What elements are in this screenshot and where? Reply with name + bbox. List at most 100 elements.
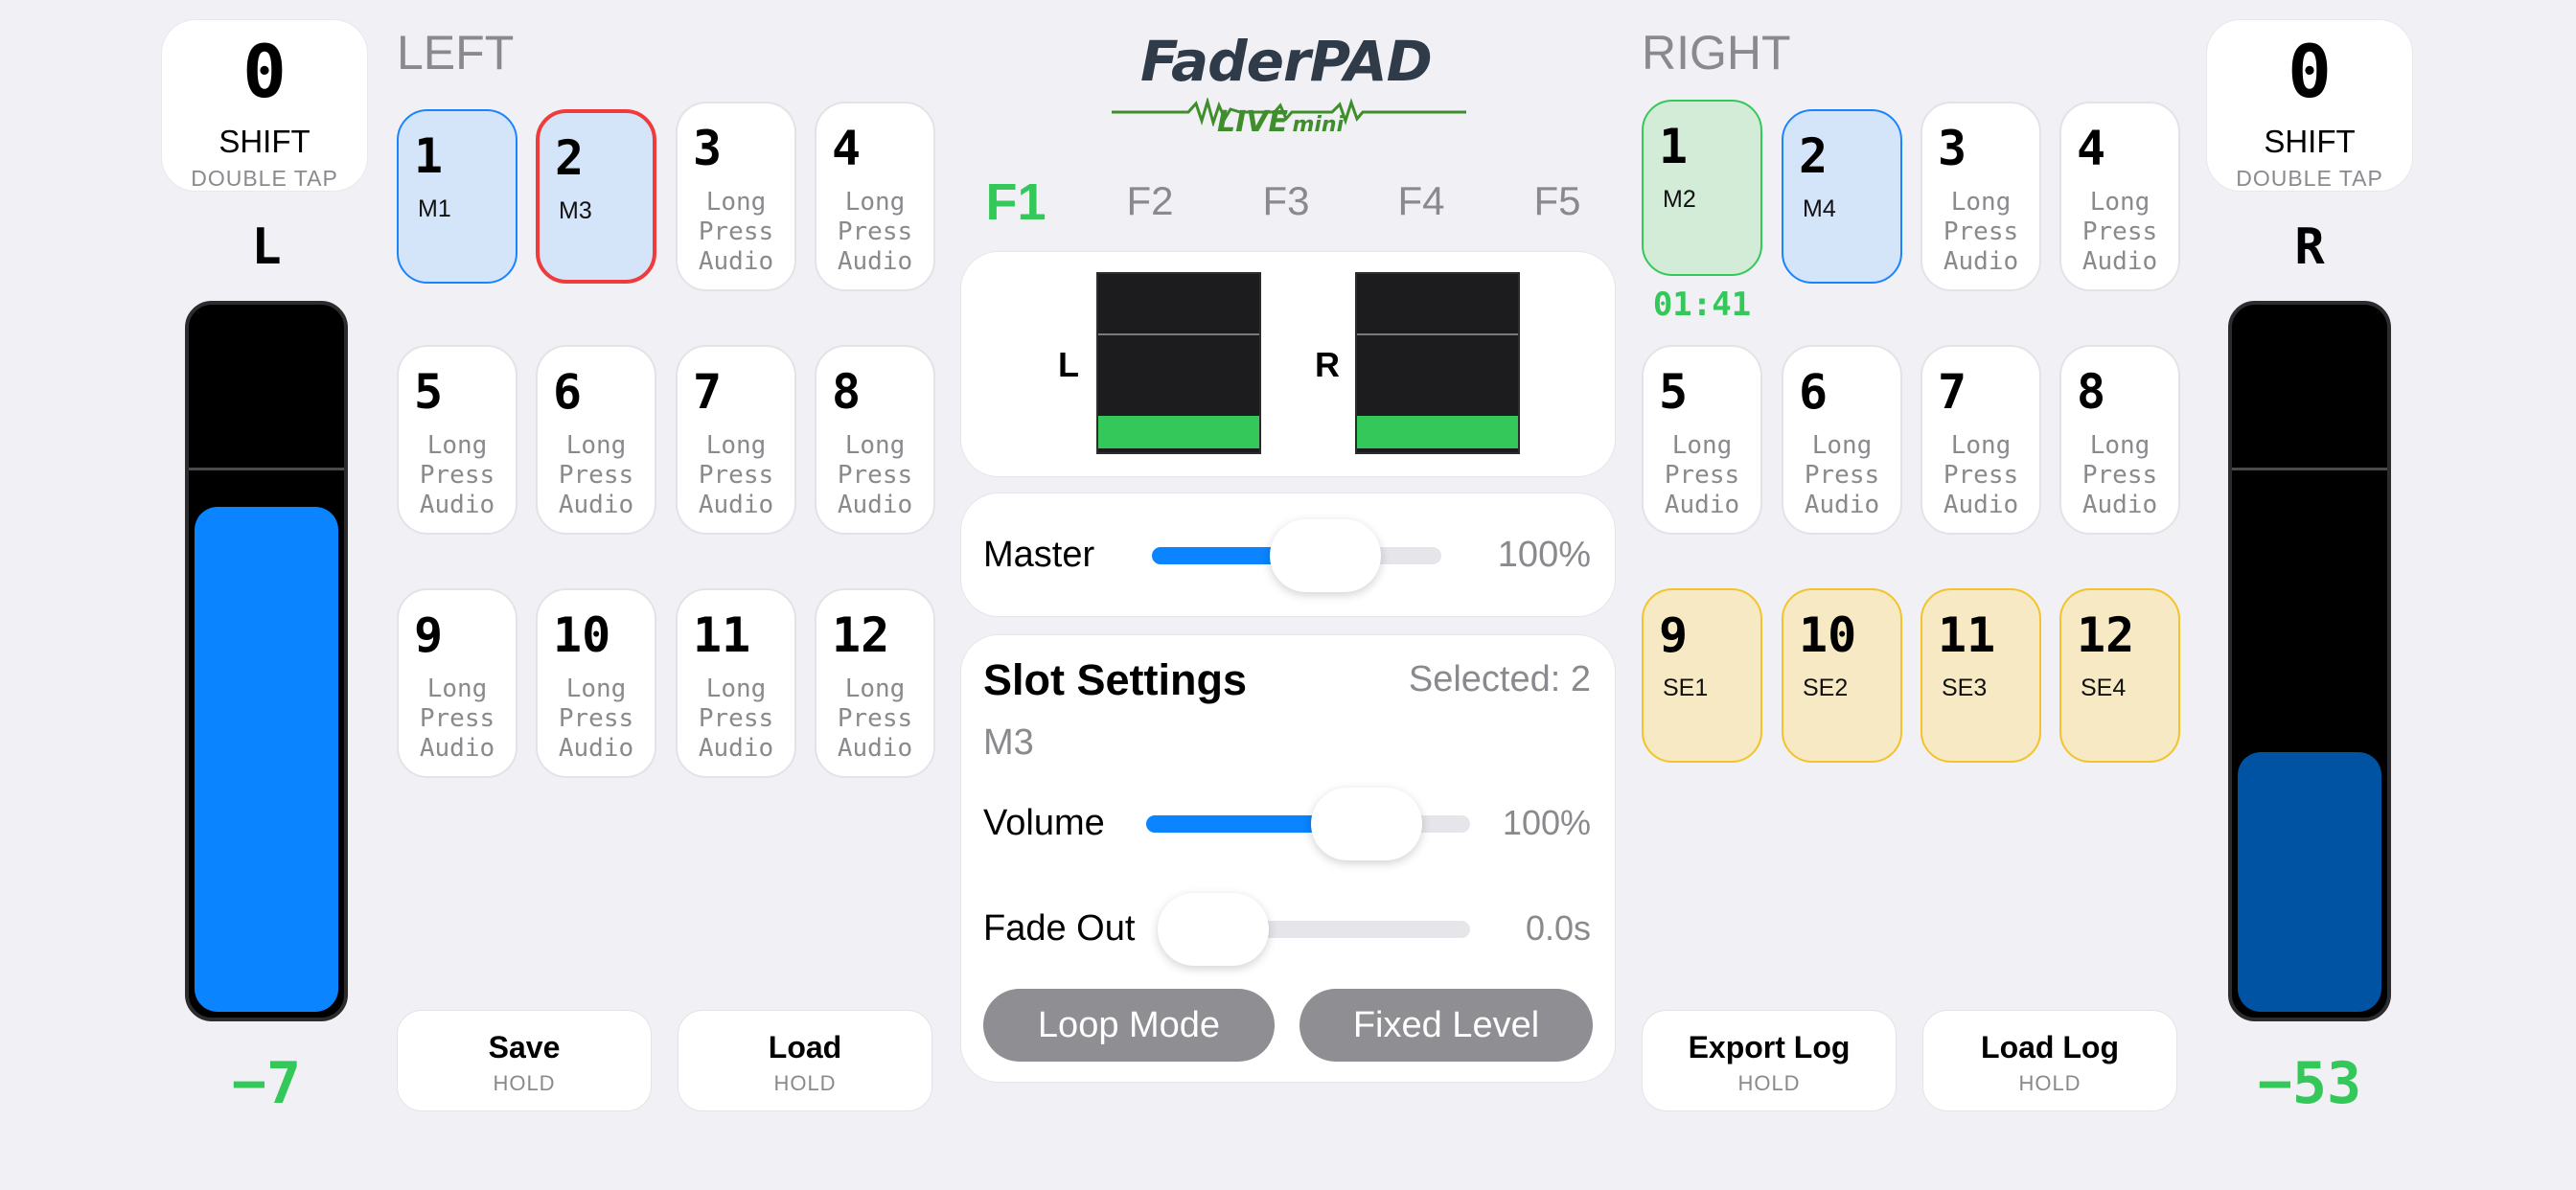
right-shift-label: SHIFT [2264, 124, 2356, 159]
right-pad-3[interactable]: 3 Long Press Audio [1920, 102, 2041, 291]
pad-hint: Long Press Audio [558, 675, 634, 763]
right-pad-6[interactable]: 6 Long Press Audio [1782, 345, 1902, 535]
pad-hint: Long Press Audio [837, 675, 913, 763]
right-pad-12[interactable]: 12 SE4 [2059, 588, 2180, 763]
left-pad-9[interactable]: 9 Long Press Audio [397, 588, 518, 778]
loop-mode-button[interactable]: Loop Mode [983, 989, 1275, 1062]
pad-number: 7 [693, 364, 723, 420]
left-pad-2[interactable]: 2 M3 [536, 109, 656, 284]
right-shift-button[interactable]: 0 SHIFT DOUBLE TAP [2206, 19, 2413, 192]
master-value: 100% [1497, 535, 1591, 575]
left-fader-fill [195, 507, 338, 1012]
pad-hint: Long Press Audio [1943, 188, 2019, 276]
left-shift-button[interactable]: 0 SHIFT DOUBLE TAP [161, 19, 368, 192]
volume-slider-knob[interactable] [1310, 788, 1422, 860]
right-pad-5[interactable]: 5 Long Press Audio [1642, 345, 1762, 535]
export-log-button[interactable]: Export Log HOLD [1642, 1010, 1897, 1111]
load-button-hint: HOLD [773, 1071, 837, 1095]
left-pad-3[interactable]: 3 Long Press Audio [676, 102, 796, 291]
pad-number: 9 [1659, 607, 1689, 663]
left-shift-label: SHIFT [218, 124, 310, 159]
master-label: Master [983, 535, 1095, 575]
pad-number: 9 [414, 607, 444, 663]
fade-out-value: 0.0s [1525, 908, 1591, 948]
logo-word-fader: FaderPAD [1140, 29, 1433, 94]
slot-selected: Selected: 2 [1408, 659, 1591, 699]
pad-number: 10 [553, 607, 611, 663]
slot-settings-title: Slot Settings [983, 655, 1248, 704]
pad-number: 11 [693, 607, 751, 663]
pad-number: 1 [1659, 119, 1689, 174]
pad-hint: Long Press Audio [419, 431, 495, 519]
right-fader-mark [2232, 468, 2387, 470]
left-pad-7[interactable]: 7 Long Press Audio [676, 345, 796, 535]
volume-label: Volume [983, 803, 1105, 843]
fade-out-slider-knob[interactable] [1158, 893, 1269, 966]
left-channel-label: L [251, 218, 282, 276]
pad-number: 4 [832, 121, 862, 176]
right-pad-4[interactable]: 4 Long Press Audio [2059, 102, 2180, 291]
tab-f1[interactable]: F1 [968, 172, 1064, 232]
pad-label: M3 [559, 197, 592, 224]
right-fader-fill [2238, 752, 2381, 1012]
left-pad-11[interactable]: 11 Long Press Audio [676, 588, 796, 778]
right-pad-9[interactable]: 9 SE1 [1642, 588, 1762, 763]
left-pad-8[interactable]: 8 Long Press Audio [815, 345, 935, 535]
fade-out-label: Fade Out [983, 908, 1136, 949]
pad-number: 1 [414, 128, 444, 184]
logo-live-mini: LIVE mini [1217, 105, 1345, 139]
fade-out-slider[interactable] [1158, 893, 1470, 966]
left-shift-count: 0 [242, 29, 287, 114]
right-pad-7[interactable]: 7 Long Press Audio [1920, 345, 2041, 535]
pad-number: 6 [1799, 364, 1828, 420]
pad-hint: Long Press Audio [698, 431, 774, 519]
save-button-hint: HOLD [493, 1071, 556, 1095]
left-fader-value: −7 [231, 1050, 302, 1117]
fixed-level-button[interactable]: Fixed Level [1300, 989, 1593, 1062]
right-pad-10[interactable]: 10 SE2 [1782, 588, 1902, 763]
tab-f5[interactable]: F5 [1509, 178, 1605, 224]
tab-f4[interactable]: F4 [1373, 178, 1469, 224]
meter-right [1355, 272, 1520, 454]
right-fader[interactable] [2228, 301, 2391, 1021]
load-log-button[interactable]: Load Log HOLD [1922, 1010, 2177, 1111]
faderpad-logo: FaderPAD LIVE mini [1112, 21, 1466, 146]
left-pad-6[interactable]: 6 Long Press Audio [536, 345, 656, 535]
pad-number: 3 [693, 121, 723, 176]
left-section-title: LEFT [397, 26, 515, 80]
pad-hint: Long Press Audio [698, 675, 774, 763]
left-fader[interactable] [185, 301, 348, 1021]
load-log-hint: HOLD [2018, 1071, 2082, 1095]
export-log-hint: HOLD [1737, 1071, 1801, 1095]
left-shift-sub: DOUBLE TAP [191, 166, 338, 191]
pad-hint: Long Press Audio [419, 675, 495, 763]
load-button[interactable]: Load HOLD [678, 1010, 932, 1111]
right-pad-2[interactable]: 2 M4 [1782, 109, 1902, 284]
right-channel-label: R [2294, 218, 2325, 276]
save-button-label: Save [488, 1030, 561, 1064]
right-pad-1[interactable]: 1 M2 [1642, 100, 1762, 276]
slot-name: M3 [983, 722, 1034, 763]
load-button-label: Load [768, 1030, 842, 1064]
master-slider[interactable] [1152, 519, 1441, 592]
left-pad-10[interactable]: 10 Long Press Audio [536, 588, 656, 778]
meter-left [1096, 272, 1261, 454]
volume-slider[interactable] [1146, 788, 1470, 860]
left-pad-5[interactable]: 5 Long Press Audio [397, 345, 518, 535]
master-slider-knob[interactable] [1270, 519, 1382, 592]
left-pad-12[interactable]: 12 Long Press Audio [815, 588, 935, 778]
load-log-label: Load Log [1981, 1030, 2119, 1064]
tab-f3[interactable]: F3 [1238, 178, 1334, 224]
right-pad-8[interactable]: 8 Long Press Audio [2059, 345, 2180, 535]
pad-label: SE3 [1942, 675, 1988, 701]
pad-number: 12 [832, 607, 890, 663]
tab-f2[interactable]: F2 [1102, 178, 1198, 224]
left-pad-4[interactable]: 4 Long Press Audio [815, 102, 935, 291]
pad-number: 11 [1938, 607, 1996, 663]
right-pad-11[interactable]: 11 SE3 [1920, 588, 2041, 763]
right-shift-sub: DOUBLE TAP [2236, 166, 2383, 191]
meter-left-label: L [1058, 345, 1079, 384]
save-button[interactable]: Save HOLD [397, 1010, 652, 1111]
pad-number: 8 [832, 364, 862, 420]
left-pad-1[interactable]: 1 M1 [397, 109, 518, 284]
